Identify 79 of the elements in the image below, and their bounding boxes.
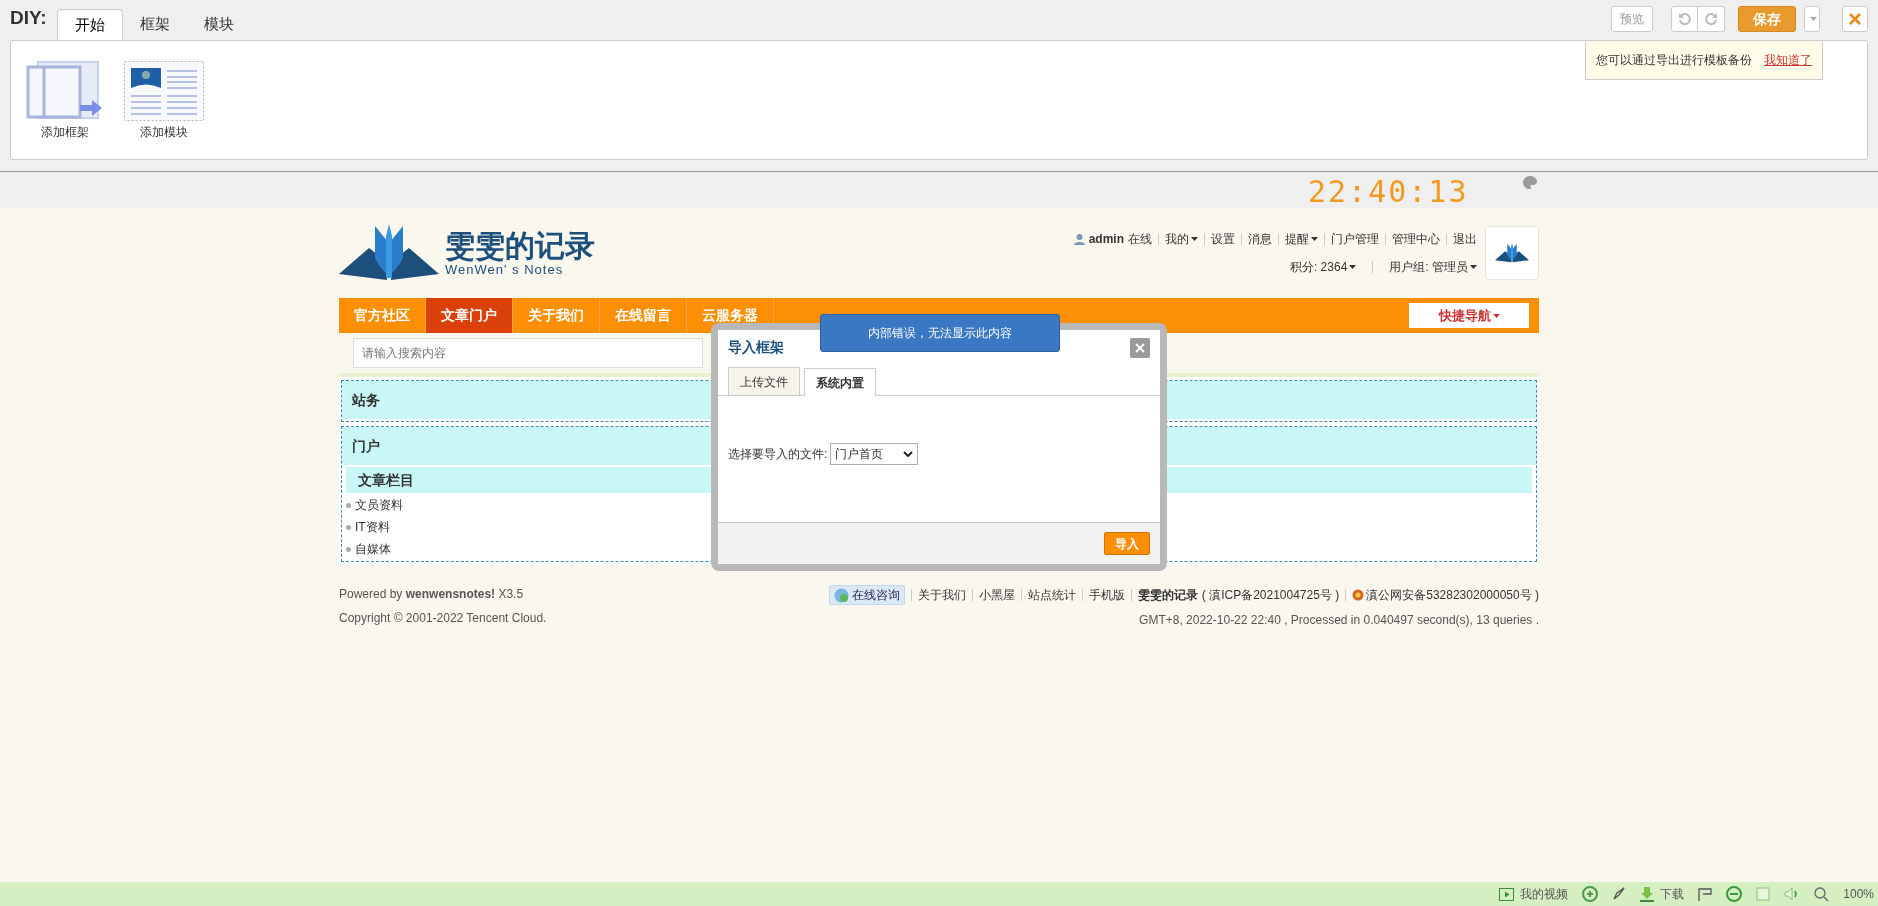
category-link[interactable]: 文员资料 xyxy=(355,496,403,514)
footer-link[interactable]: 小黑屋 xyxy=(979,586,1016,604)
palette-icon xyxy=(1523,176,1537,189)
undo-icon xyxy=(1677,12,1692,26)
error-toast: 内部错误，无法显示此内容 xyxy=(820,314,1060,352)
category-link[interactable]: IT资料 xyxy=(355,518,390,536)
chat-icon xyxy=(834,587,850,603)
user-menu-link[interactable]: 提醒 xyxy=(1285,230,1318,248)
frame-icon xyxy=(26,61,104,121)
add-tool-button[interactable]: 添加框架 xyxy=(26,61,104,141)
footer-link[interactable]: 站点统计 xyxy=(1028,586,1077,604)
badge-icon xyxy=(1352,589,1365,601)
icp-link[interactable]: 雯雯的记录 ( 滇ICP备2021004725号 ) xyxy=(1138,586,1340,604)
site-title: 雯雯的记录 xyxy=(445,230,595,261)
user-menu-link[interactable]: 设置 xyxy=(1211,230,1235,248)
chevron-down-icon xyxy=(903,451,914,457)
redo-icon xyxy=(1704,12,1718,26)
dialog-title: 导入框架 xyxy=(728,338,784,357)
close-icon xyxy=(1849,13,1861,25)
play-icon xyxy=(1499,887,1515,901)
zoom-icon xyxy=(1814,886,1830,902)
footer-link[interactable]: 手机版 xyxy=(1089,586,1126,604)
bullet-icon xyxy=(346,524,351,530)
redo-button[interactable] xyxy=(1698,6,1725,32)
user-icon xyxy=(1073,233,1085,245)
points-link[interactable]: 积分: 2364 xyxy=(1289,258,1357,276)
close-button[interactable] xyxy=(1842,6,1868,32)
caret-icon xyxy=(1470,265,1477,269)
footer-link[interactable]: 关于我们 xyxy=(918,586,967,604)
close-icon xyxy=(1135,342,1145,353)
module-title: 文章栏目 xyxy=(358,470,414,490)
download-icon xyxy=(1640,886,1655,902)
user-menu-link[interactable]: 退出 xyxy=(1453,230,1477,248)
frame-title: 门户 xyxy=(352,436,380,456)
module-icon xyxy=(124,61,204,121)
online-status: 在线 xyxy=(1128,231,1152,248)
powered-by: Powered by wenwensnotes! X3.5 xyxy=(339,586,525,603)
nav-link[interactable]: 文章门户 xyxy=(426,298,513,333)
user-menu-link[interactable]: 我的 xyxy=(1165,230,1198,248)
download-label[interactable]: 下载 xyxy=(1660,885,1685,903)
copyright: Copyright © 2001-2022 Tencent Cloud. xyxy=(339,610,547,627)
video-label[interactable]: 我的视频 xyxy=(1520,885,1569,903)
consult-button[interactable]: 在线咨询 xyxy=(829,585,906,605)
frame-title: 站务 xyxy=(352,390,380,410)
tip-text: 您可以通过导出进行模板备份 xyxy=(1596,52,1752,69)
caret-icon xyxy=(1492,313,1500,318)
diy-tab[interactable]: 模块 xyxy=(186,8,251,40)
diy-tab[interactable]: 框架 xyxy=(122,8,187,40)
bullet-icon xyxy=(346,546,351,552)
tip-dismiss-link[interactable]: 我知道了 xyxy=(1764,51,1812,69)
avatar[interactable] xyxy=(1485,226,1539,280)
page-stats: GMT+8, 2022-10-22 22:40 , Processed in 0.040497 second(s), 13 queries . xyxy=(1139,612,1539,629)
diy-tab[interactable]: 开始 xyxy=(56,9,123,41)
close-button[interactable] xyxy=(1130,337,1150,358)
caret-icon xyxy=(1809,17,1817,21)
user-menu-link[interactable]: 门户管理 xyxy=(1331,230,1379,248)
caret-icon xyxy=(1349,265,1357,269)
quick-nav-button[interactable]: 快捷导航 xyxy=(1409,303,1529,328)
site-subtitle: WenWen' s Notes xyxy=(445,262,565,276)
search-field[interactable]: 请输入搜索内容 xyxy=(353,338,703,368)
dialog-tab[interactable]: 上传文件 xyxy=(728,367,800,395)
window-icon xyxy=(1756,887,1771,901)
clock: 22:40:13 xyxy=(1308,173,1469,211)
flag-icon xyxy=(1698,887,1713,901)
zoom-level[interactable]: 100% xyxy=(1843,885,1874,903)
file-field-label: 选择要导入的文件: xyxy=(728,446,828,463)
save-options-button[interactable] xyxy=(1804,6,1820,32)
user-group-link[interactable]: 用户组: 管理员 xyxy=(1389,258,1477,276)
file-select[interactable]: 门户首页 xyxy=(830,443,919,465)
user-menu-link[interactable]: 管理中心 xyxy=(1392,230,1440,248)
category-link[interactable]: 自媒体 xyxy=(355,540,391,558)
diy-title: DIY: xyxy=(10,5,47,30)
bullet-icon xyxy=(346,502,351,508)
dialog-tab[interactable]: 系统内置 xyxy=(804,368,876,396)
username-link[interactable]: admin xyxy=(1088,230,1124,248)
police-record-link[interactable]: 滇公网安备53282302000050号 ) xyxy=(1366,586,1539,604)
undo-button[interactable] xyxy=(1671,6,1698,32)
add-tool-button[interactable]: 添加模块 xyxy=(124,61,204,141)
user-menu-link[interactable]: 消息 xyxy=(1248,230,1272,248)
